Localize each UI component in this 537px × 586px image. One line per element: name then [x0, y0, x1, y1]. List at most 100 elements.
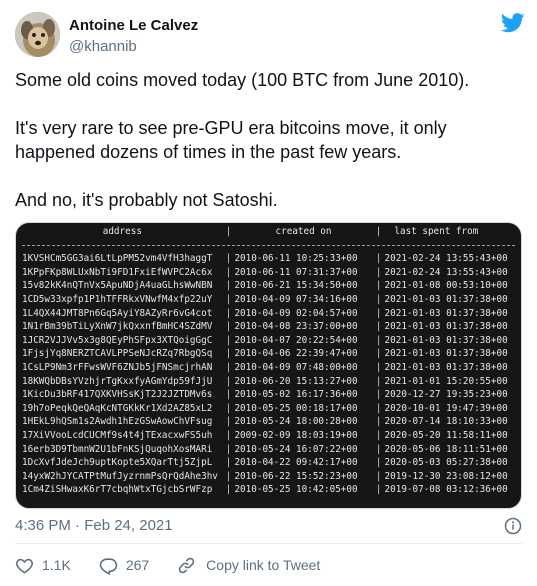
last-spent-cell: 2020-10-01 19:47:39+00: [384, 402, 508, 414]
column-separator: |: [225, 457, 232, 469]
last-spent-cell: 2019-12-30 23:08:12+00: [384, 470, 508, 482]
table-row: 16erb3D9TbmnW2U1bFnKSjQuqohXosMARi | 2010-…: [16, 443, 521, 457]
tweet-paragraph: And no, it's probably not Satoshi.: [15, 190, 278, 210]
column-separator: |: [225, 429, 232, 441]
column-separator: |: [375, 280, 382, 292]
address-cell: 1CD5w33xpfp1P1hTFFRkxVNwfM4xfp22uY: [22, 293, 213, 305]
tweet-header: Antoine Le Calvez @khannib: [15, 12, 525, 60]
column-separator: |: [225, 470, 232, 482]
address-table: address | created on | last spent from 1…: [16, 223, 521, 497]
last-spent-cell: 2021-01-08 00:53:10+00: [384, 280, 508, 292]
column-separator: |: [225, 375, 232, 387]
table-header: address | created on | last spent from: [16, 225, 521, 239]
column-separator: |: [375, 389, 382, 401]
created-on-cell: 2010-04-08 23:37:00+00: [234, 321, 358, 333]
address-cell: 1JCR2VJJVv5x3g8QEyPhSFpx3XTQoigGgC: [22, 334, 213, 346]
column-separator: |: [225, 334, 232, 346]
like-count: 1.1K: [42, 557, 71, 573]
column-separator: |: [375, 293, 382, 305]
address-cell: 1L4QX44JMT8Pn6Gq5AyiY8AZyRr6vG4cot: [22, 307, 213, 319]
address-cell: 1KPpFKp8WLUxNbTi9FD1FxiEfWVPC2Ac6x: [22, 266, 213, 278]
copy-link-button[interactable]: Copy link to Tweet: [177, 556, 320, 575]
column-separator: |: [225, 402, 232, 414]
timestamp-link[interactable]: 4:36 PM · Feb 24, 2021: [15, 517, 173, 534]
created-on-cell: 2010-05-02 16:17:36+00: [234, 389, 358, 401]
created-on-cell: 2009-02-09 18:03:19+00: [234, 429, 358, 441]
address-cell: 16erb3D9TbmnW2U1bFnKSjQuqohXosMARi: [22, 443, 213, 455]
last-spent-cell: 2021-01-01 15:20:55+00: [384, 375, 508, 387]
address-cell: 1HEkL9hQSm1s2Awdh1hEzGSwAowChVFsug: [22, 416, 213, 428]
display-name[interactable]: Antoine Le Calvez: [69, 16, 198, 35]
column-separator: |: [225, 484, 232, 496]
table-row: 1KPpFKp8WLUxNbTi9FD1FxiEfWVPC2Ac6x | 2010-…: [16, 266, 521, 280]
column-separator: |: [225, 307, 232, 319]
address-cell: 1DcXvfJdeJch9uptKopte5XQarTtj5ZjpL: [22, 457, 213, 469]
table-row: 15v82kK4nQTnVx5ApuNDjA4uaGLhsWwNBN | 2010-…: [16, 279, 521, 293]
created-on-cell: 2010-06-11 07:31:37+00: [234, 266, 358, 278]
tweet-actions: 1.1K 267 Copy link to Tweet: [15, 554, 522, 576]
table-row: 1JCR2VJJVv5x3g8QEyPhSFpx3XTQoigGgC | 2010-…: [16, 334, 521, 348]
reply-count: 267: [125, 557, 150, 573]
heart-icon: [16, 558, 33, 574]
column-separator: |: [225, 416, 232, 428]
address-cell: 1N1rBm39bTiLyXnW7jkQxxnfBmHC4SZdMV: [22, 321, 213, 333]
last-spent-cell: 2021-02-24 13:55:43+00: [384, 253, 508, 265]
column-separator: |: [225, 321, 232, 333]
created-on-cell: 2010-06-22 15:52:23+00: [234, 470, 358, 482]
address-cell: 1KVSHCm5GG3ai6LtLpPM52vm4VfH3haggT: [22, 253, 213, 265]
avatar[interactable]: [15, 12, 60, 57]
column-separator: |: [375, 226, 382, 237]
column-separator: |: [375, 457, 382, 469]
table-row: 1KicDu3bRF417QXKVHSsKjT2J2JZTDMv6s | 2010-…: [16, 388, 521, 402]
address-cell: 1KicDu3bRF417QXKVHSsKjT2J2JZTDMv6s: [22, 389, 213, 401]
column-separator: |: [225, 361, 232, 373]
column-separator: |: [375, 307, 382, 319]
column-separator: |: [375, 429, 382, 441]
address-cell: 19h7oPeqkQeQAqKcNTGKkKr1Xd2AZ85xL2: [22, 402, 213, 414]
table-row: 17XiVVooLcdCUCMf9s4t4jTExacxwFS5uh | 2009-…: [16, 429, 521, 443]
column-separator: |: [375, 348, 382, 360]
column-separator: |: [225, 293, 232, 305]
last-spent-cell: 2020-07-14 18:10:33+00: [384, 416, 508, 428]
column-separator: |: [225, 348, 232, 360]
created-on-cell: 2010-05-24 18:00:28+00: [234, 416, 358, 428]
address-cell: 14yxW2hJYCATPtMufJyzrnmPsQrQdAhe3hv: [22, 470, 218, 482]
reply-button[interactable]: 267: [99, 556, 149, 575]
info-icon[interactable]: [504, 517, 522, 535]
table-row: 1DcXvfJdeJch9uptKopte5XQarTtj5ZjpL | 2010-…: [16, 456, 521, 470]
created-on-cell: 2010-04-09 07:48:00+00: [234, 361, 358, 373]
column-separator: |: [375, 361, 382, 373]
last-spent-cell: 2019-07-08 03:12:36+00: [384, 484, 508, 496]
address-cell: 17XiVVooLcdCUCMf9s4t4jTExacxwFS5uh: [22, 429, 213, 441]
tweet-text: Some old coins moved today (100 BTC from…: [15, 68, 520, 212]
like-button[interactable]: 1.1K: [15, 556, 71, 575]
header-address: address: [102, 226, 142, 237]
last-spent-cell: 2021-01-03 01:37:38+00: [384, 334, 508, 346]
last-spent-cell: 2021-01-03 01:37:38+00: [384, 361, 508, 373]
last-spent-cell: 2020-05-20 11:58:11+00: [384, 429, 508, 441]
tweet-image[interactable]: address | created on | last spent from 1…: [15, 222, 522, 509]
twitter-logo-icon[interactable]: [501, 12, 525, 34]
column-separator: |: [225, 226, 232, 237]
column-separator: |: [375, 443, 382, 455]
last-spent-cell: 2020-05-03 05:27:38+00: [384, 457, 508, 469]
column-separator: |: [375, 375, 382, 387]
link-icon: [178, 557, 195, 573]
copy-link-label: Copy link to Tweet: [206, 557, 321, 573]
table-row: 14yxW2hJYCATPtMufJyzrnmPsQrQdAhe3hv | 2010…: [16, 470, 521, 484]
last-spent-cell: 2021-01-03 01:37:38+00: [384, 293, 508, 305]
address-cell: 18KWQbDBsYVzhjrTgKxxfyAGmYdp59fJjU: [22, 375, 213, 387]
header-created-on: created on: [275, 226, 332, 237]
created-on-cell: 2010-06-20 15:13:27+00: [234, 375, 358, 387]
address-cell: 1CsLP9Nm3rFFwsWVF6ZNJb5jFNSmcjrhAN: [22, 361, 213, 373]
column-separator: |: [375, 334, 382, 346]
column-separator: |: [225, 389, 232, 401]
user-handle[interactable]: @khannib: [69, 37, 198, 56]
last-spent-cell: 2021-01-03 01:37:38+00: [384, 307, 508, 319]
table-row: 1Cm4ZiSHwaxK6rT7cbqhWtxTGjcbSrWFzp | 2010-…: [16, 483, 521, 497]
column-separator: |: [375, 416, 382, 428]
address-cell: 1Cm4ZiSHwaxK6rT7cbqhWtxTGjcbSrWFzp: [22, 484, 213, 496]
created-on-cell: 2010-04-07 20:22:54+00: [234, 334, 358, 346]
table-row: 18KWQbDBsYVzhjrTgKxxfyAGmYdp59fJjU | 2010-…: [16, 375, 521, 389]
reply-icon: [99, 557, 118, 575]
